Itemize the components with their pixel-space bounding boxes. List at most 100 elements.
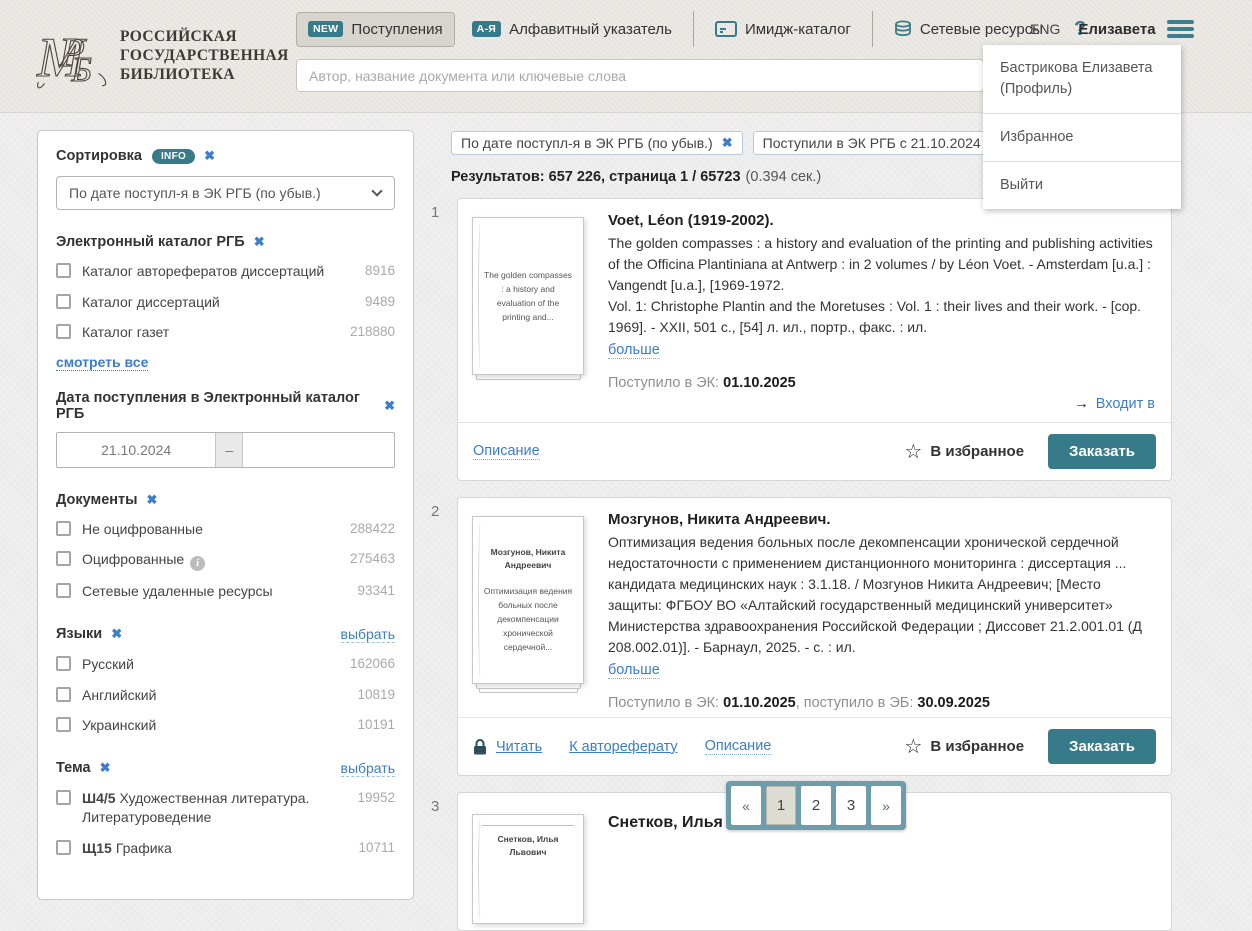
clear-catalog-icon[interactable]: ✖ bbox=[254, 234, 265, 250]
filter-row: Русский 162066 bbox=[56, 655, 395, 675]
tab-alphabetical-index-label: Алфавитный указатель bbox=[509, 21, 672, 38]
tab-alphabetical-index[interactable]: А-Я Алфавитный указатель bbox=[461, 13, 683, 46]
new-badge: NEW bbox=[308, 21, 343, 37]
page-edge bbox=[476, 375, 581, 380]
book-cover[interactable]: Снетков, Илья Львович bbox=[472, 814, 584, 924]
read-link[interactable]: Читать bbox=[496, 739, 542, 755]
menu-item-profile[interactable]: Бастрикова Елизавета (Профиль) bbox=[983, 45, 1181, 113]
add-to-favorites-button[interactable]: ☆ В избранное bbox=[904, 439, 1024, 464]
filter-row: Каталог газет 218880 bbox=[56, 323, 395, 343]
clear-topics-icon[interactable]: ✖ bbox=[100, 760, 111, 776]
result-number: 2 bbox=[431, 497, 457, 776]
order-button[interactable]: Заказать bbox=[1048, 434, 1156, 469]
pagination: « 1 2 3 » bbox=[726, 781, 906, 830]
lock-icon bbox=[473, 739, 487, 755]
menu-item-favorites[interactable]: Избранное bbox=[983, 113, 1181, 161]
result-item-1: 1 The golden compasses : a history and e… bbox=[431, 198, 1172, 481]
checkbox[interactable] bbox=[56, 324, 71, 339]
belongs-to-link[interactable]: Входит в bbox=[1096, 396, 1155, 412]
choose-topics-link[interactable]: выбрать bbox=[341, 760, 396, 777]
sort-select[interactable]: По дате поступл-я в ЭК РГБ (по убыв.) bbox=[56, 176, 395, 210]
checkbox[interactable] bbox=[56, 294, 71, 309]
chevron-down-icon bbox=[371, 185, 382, 196]
order-button[interactable]: Заказать bbox=[1048, 729, 1156, 764]
result-description: The golden compasses : a history and eva… bbox=[608, 233, 1157, 296]
search-input[interactable] bbox=[296, 59, 984, 92]
checkbox[interactable] bbox=[56, 656, 71, 671]
checkbox[interactable] bbox=[56, 583, 71, 598]
clear-sort-icon[interactable]: ✖ bbox=[204, 148, 215, 164]
result-author: Мозгунов, Никита Андреевич. bbox=[608, 511, 1157, 528]
tab-network-resources-label: Сетевые ресурсы bbox=[920, 21, 1043, 38]
add-to-favorites-button[interactable]: ☆ В избранное bbox=[904, 734, 1024, 759]
catalog-section-title: Электронный каталог РГБ bbox=[56, 234, 245, 250]
pagination-page-2[interactable]: 2 bbox=[801, 786, 831, 825]
filter-row: Каталог авторефератов диссертаций 8916 bbox=[56, 262, 395, 282]
tab-image-catalog[interactable]: Имидж-каталог bbox=[704, 13, 862, 46]
pagination-next-button[interactable]: » bbox=[871, 786, 901, 825]
result-author: Voet, Léon (1919-2002). bbox=[608, 212, 1157, 229]
pagination-page-1[interactable]: 1 bbox=[766, 786, 796, 825]
star-icon: ☆ bbox=[904, 439, 922, 464]
description-link[interactable]: Описание bbox=[473, 443, 540, 460]
filter-row: Щ15Графика 10711 bbox=[56, 839, 395, 859]
database-icon bbox=[894, 20, 912, 38]
tab-new-arrivals[interactable]: NEW Поступления bbox=[296, 12, 455, 47]
date-to-input[interactable] bbox=[243, 433, 394, 467]
topics-section-title: Тема bbox=[56, 760, 91, 776]
date-range: – bbox=[56, 432, 395, 468]
belongs-to: →Входит в bbox=[608, 396, 1155, 412]
clear-documents-icon[interactable]: ✖ bbox=[147, 492, 158, 508]
checkbox[interactable] bbox=[56, 790, 71, 805]
user-name[interactable]: Елизавета bbox=[1078, 21, 1155, 38]
pagination-page-3[interactable]: 3 bbox=[836, 786, 866, 825]
hamburger-menu-icon[interactable] bbox=[1167, 20, 1194, 38]
az-badge: А-Я bbox=[472, 21, 502, 37]
checkbox[interactable] bbox=[56, 687, 71, 702]
rsl-logo[interactable]: М Р Б РОССИЙСКАЯ ГОСУДАРСТВЕННАЯ БИБЛИОТ… bbox=[34, 12, 289, 98]
book-cover[interactable]: The golden compasses : a history and eva… bbox=[472, 217, 584, 375]
checkbox[interactable] bbox=[56, 521, 71, 536]
more-link[interactable]: больше bbox=[608, 662, 660, 679]
info-badge: INFO bbox=[152, 149, 195, 164]
more-link[interactable]: больше bbox=[608, 342, 660, 359]
filter-chip: По дате поступл-я в ЭК РГБ (по убыв.) ✖ bbox=[451, 131, 743, 155]
clear-date-icon[interactable]: ✖ bbox=[384, 398, 395, 414]
filter-row: Украинский 10191 bbox=[56, 716, 395, 736]
language-switch[interactable]: ENG bbox=[1030, 21, 1060, 37]
svg-text:Б: Б bbox=[71, 51, 92, 89]
top-nav: NEW Поступления А-Я Алфавитный указатель… bbox=[296, 9, 1086, 49]
description-link[interactable]: Описание bbox=[705, 738, 772, 755]
menu-item-logout[interactable]: Выйти bbox=[983, 161, 1181, 209]
result-number: 3 bbox=[431, 792, 457, 931]
filter-row: Каталог диссертаций 9489 bbox=[56, 293, 395, 313]
checkbox[interactable] bbox=[56, 840, 71, 855]
date-section-title: Дата поступления в Электронный каталог Р… bbox=[56, 390, 375, 422]
checkbox[interactable] bbox=[56, 263, 71, 278]
card-catalog-icon bbox=[715, 21, 737, 37]
result-description: Vol. 1: Christophe Plantin and the Moret… bbox=[608, 296, 1157, 338]
sort-section-header: Сортировка INFO ✖ bbox=[56, 148, 395, 164]
see-all-link[interactable]: смотреть все bbox=[56, 354, 148, 371]
languages-section-title: Языки bbox=[56, 626, 102, 642]
checkbox[interactable] bbox=[56, 717, 71, 732]
result-actions: Читать К автореферату Описание ☆ В избра… bbox=[458, 717, 1171, 775]
tab-image-catalog-label: Имидж-каталог bbox=[745, 21, 851, 38]
choose-languages-link[interactable]: выбрать bbox=[341, 626, 396, 643]
checkbox[interactable] bbox=[56, 551, 71, 566]
remove-chip-icon[interactable]: ✖ bbox=[722, 135, 733, 151]
date-from-input[interactable] bbox=[57, 433, 215, 467]
filter-row: Оцифрованныеi 275463 bbox=[56, 550, 395, 571]
tab-network-resources[interactable]: Сетевые ресурсы bbox=[883, 12, 1054, 46]
info-icon[interactable]: i bbox=[190, 556, 205, 571]
result-actions: Описание ☆ В избранное Заказать bbox=[458, 422, 1171, 480]
book-cover[interactable]: Мозгунов, Никита Андреевич Оптимизация в… bbox=[472, 516, 584, 684]
header-right-group: ENG Елизавета bbox=[1030, 20, 1194, 38]
filter-row: Сетевые удаленные ресурсы 93341 bbox=[56, 582, 395, 602]
posted-date: Поступило в ЭК: 01.10.2025 bbox=[608, 375, 1157, 391]
filter-row: Не оцифрованные 288422 bbox=[56, 520, 395, 540]
abstract-link[interactable]: К автореферату bbox=[569, 739, 677, 755]
clear-languages-icon[interactable]: ✖ bbox=[111, 626, 122, 642]
pagination-prev-button[interactable]: « bbox=[731, 786, 761, 825]
result-description: Оптимизация ведения больных после декомп… bbox=[608, 532, 1157, 658]
